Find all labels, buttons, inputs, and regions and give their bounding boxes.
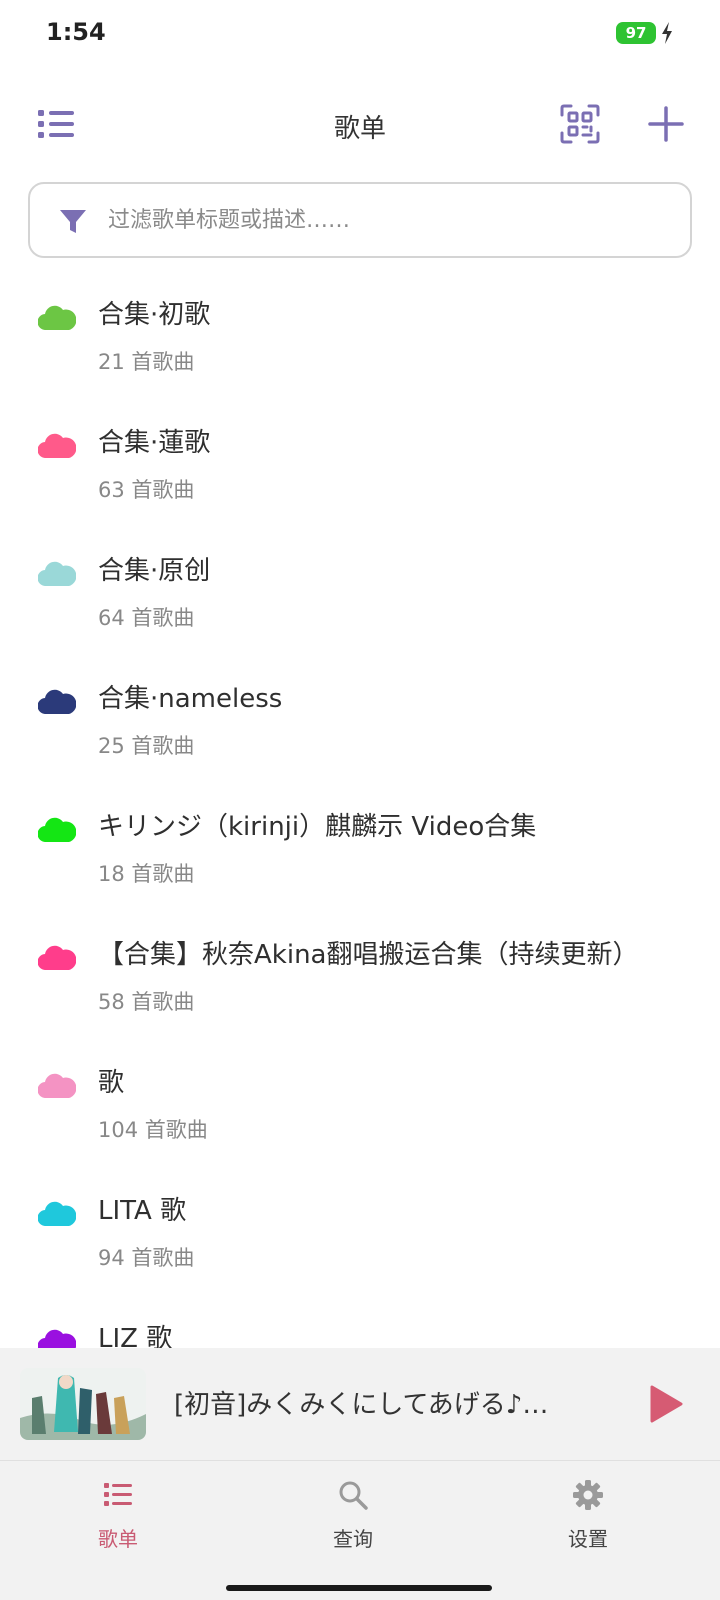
gear-icon xyxy=(573,1480,603,1510)
play-icon[interactable] xyxy=(648,1384,684,1424)
charging-icon xyxy=(662,22,672,44)
tab-playlists[interactable]: 歌单 xyxy=(58,1479,178,1559)
tab-label: 查询 xyxy=(333,1527,373,1551)
playlist-item[interactable]: 合集·原创 64 首歌曲 xyxy=(0,520,720,648)
playlist-item[interactable]: キリンジ（kirinji）麒麟示 Video合集 18 首歌曲 xyxy=(0,776,720,904)
playlist-song-count: 18 首歌曲 xyxy=(98,862,195,886)
tab-search[interactable]: 查询 xyxy=(293,1479,413,1559)
playlist-title: LITA 歌 xyxy=(98,1196,187,1226)
filter-icon xyxy=(60,210,86,233)
tab-settings[interactable]: 设置 xyxy=(528,1479,648,1559)
album-cover xyxy=(20,1368,146,1440)
search-icon xyxy=(339,1481,368,1510)
app-header: 歌单 xyxy=(0,92,720,158)
playlist-item[interactable]: 合集·nameless 25 首歌曲 xyxy=(0,648,720,776)
playlist-song-count: 64 首歌曲 xyxy=(98,606,195,630)
playlist-song-count: 58 首歌曲 xyxy=(98,990,195,1014)
playlist-song-count: 94 首歌曲 xyxy=(98,1246,195,1270)
playlist-item[interactable]: 合集·初歌 21 首歌曲 xyxy=(0,264,720,392)
playlist-item[interactable]: 歌 104 首歌曲 xyxy=(0,1032,720,1160)
page-title: 歌单 xyxy=(333,114,386,144)
playlist-title: 合集·初歌 xyxy=(98,300,211,330)
tab-label: 歌单 xyxy=(98,1527,138,1551)
cloud-icon xyxy=(38,689,76,714)
playlist-song-count: 21 首歌曲 xyxy=(98,350,195,374)
status-time: 1:54 xyxy=(46,18,106,46)
playlist-song-count: 104 首歌曲 xyxy=(98,1118,208,1142)
playlist-item[interactable]: 合集·蓮歌 63 首歌曲 xyxy=(0,392,720,520)
playlist-title: 合集·蓮歌 xyxy=(98,428,211,458)
now-playing-title: [初音]みくみくにしてあげる♪… xyxy=(174,1390,549,1420)
filter-bar xyxy=(28,182,692,258)
playlist-list: 合集·初歌 21 首歌曲 合集·蓮歌 63 首歌曲 合集·原创 64 首歌曲 合… xyxy=(0,264,720,1348)
status-bar: 1:54 97 xyxy=(0,0,720,66)
list-icon xyxy=(104,1483,132,1506)
mini-player[interactable]: [初音]みくみくにしてあげる♪… xyxy=(0,1348,720,1460)
add-playlist-icon[interactable] xyxy=(646,104,686,144)
bottom-nav: 歌单 查询 设置 xyxy=(0,1460,720,1600)
cloud-icon xyxy=(38,561,76,586)
cloud-icon xyxy=(38,1201,76,1226)
playlist-song-count: 63 首歌曲 xyxy=(98,478,195,502)
home-indicator[interactable] xyxy=(226,1585,492,1591)
cloud-icon xyxy=(38,1073,76,1098)
tab-label: 设置 xyxy=(568,1527,608,1551)
playlist-title: キリンジ（kirinji）麒麟示 Video合集 xyxy=(98,812,537,842)
cloud-icon xyxy=(38,305,76,330)
qr-scan-icon[interactable] xyxy=(560,104,600,144)
playlist-title: 【合集】秋奈Akina翻唱搬运合集（持续更新） xyxy=(98,940,639,970)
cloud-icon xyxy=(38,1329,76,1348)
playlist-title: 合集·nameless xyxy=(98,684,283,714)
playlist-title: 合集·原创 xyxy=(98,556,211,586)
playlist-item[interactable]: LIZ 歌 xyxy=(0,1288,720,1348)
playlist-title: LIZ 歌 xyxy=(98,1324,173,1348)
playlist-song-count: 25 首歌曲 xyxy=(98,734,195,758)
cloud-icon xyxy=(38,817,76,842)
cloud-icon xyxy=(38,945,76,970)
battery-indicator: 97 xyxy=(616,22,656,44)
playlist-item[interactable]: 【合集】秋奈Akina翻唱搬运合集（持续更新） 58 首歌曲 xyxy=(0,904,720,1032)
playlist-item[interactable]: LITA 歌 94 首歌曲 xyxy=(0,1160,720,1288)
playlist-title: 歌 xyxy=(98,1068,125,1098)
filter-input[interactable] xyxy=(108,184,668,256)
cloud-icon xyxy=(38,433,76,458)
